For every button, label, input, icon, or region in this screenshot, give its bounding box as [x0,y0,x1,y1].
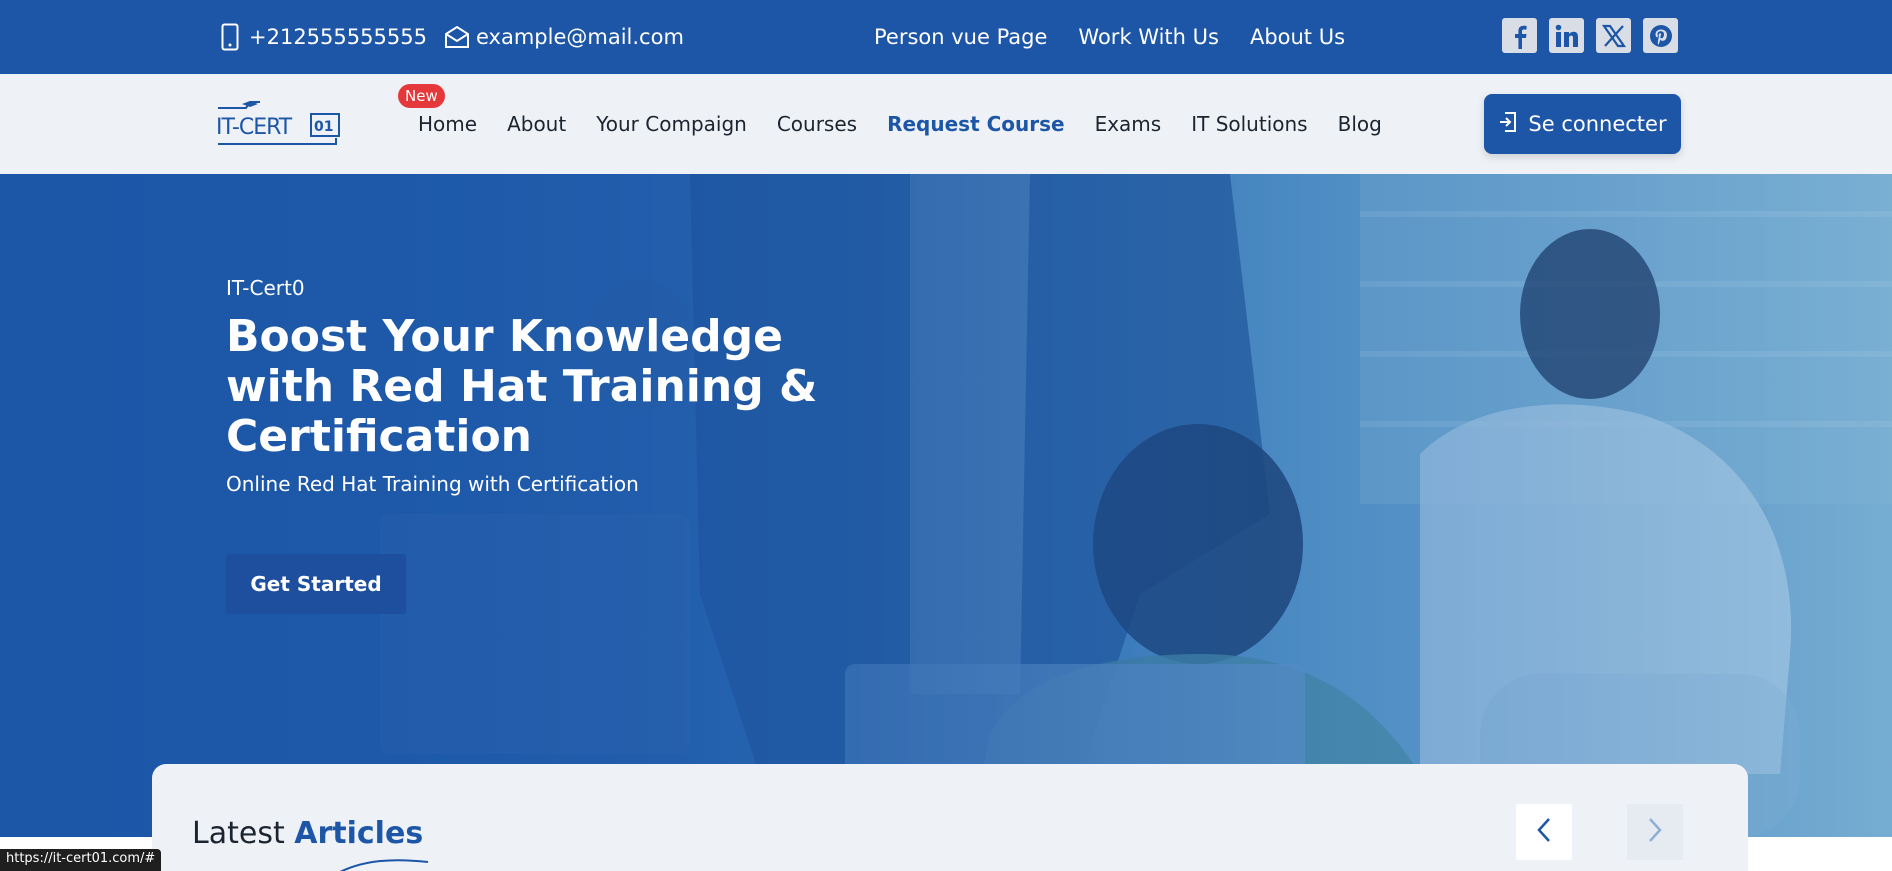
hero-subtitle: Online Red Hat Training with Certificati… [226,472,639,496]
heading-underline [339,859,429,871]
nav-item-about[interactable]: About [507,112,566,136]
nav-item-it-solutions[interactable]: IT Solutions [1191,112,1307,136]
top-links: Person vue Page Work With Us About Us [874,0,1345,74]
top-bar: +212555555555 example@mail.com Person vu… [0,0,1892,74]
top-link-person-vue[interactable]: Person vue Page [874,25,1047,49]
hero-section: IT-Cert0 Boost Your Knowledge with Red H… [0,174,1892,837]
phone-contact[interactable]: +212555555555 [217,0,427,74]
latest-articles-section: Latest Articles [152,764,1748,871]
email-contact[interactable]: example@mail.com [444,0,684,74]
login-button[interactable]: Se connecter [1484,94,1681,154]
nav-item-home[interactable]: Home [418,112,477,136]
login-label: Se connecter [1528,112,1667,136]
svg-text:01: 01 [314,119,333,135]
chevron-left-icon [1535,816,1553,848]
social-links [1502,18,1678,53]
phone-icon [217,22,243,52]
site-logo[interactable]: IT-CERT 01 [216,98,340,148]
articles-heading-highlight: Articles [294,816,424,851]
nav-item-your-compaign[interactable]: Your Compaign [596,112,747,136]
email-address: example@mail.com [476,25,684,49]
top-link-work-with-us[interactable]: Work With Us [1078,25,1219,49]
nav-item-blog[interactable]: Blog [1338,112,1382,136]
login-icon [1498,111,1518,138]
pinterest-icon[interactable] [1643,18,1678,53]
new-badge: New [398,84,445,108]
hero-eyebrow: IT-Cert0 [226,276,305,300]
phone-number: +212555555555 [249,25,427,49]
nav-item-courses[interactable]: Courses [777,112,857,136]
nav-item-exams[interactable]: Exams [1095,112,1162,136]
svg-text:IT-CERT: IT-CERT [216,115,293,140]
x-icon[interactable] [1596,18,1631,53]
nav-item-request-course[interactable]: Request Course [887,112,1065,136]
mail-icon [444,22,470,52]
hero-title: Boost Your Knowledge with Red Hat Traini… [226,311,818,462]
hero-content: IT-Cert0 Boost Your Knowledge with Red H… [226,276,846,496]
nav-menu: Home About Your Compaign Courses Request… [418,74,1382,174]
linkedin-icon[interactable] [1549,18,1584,53]
get-started-button[interactable]: Get Started [226,554,406,614]
chevron-right-icon [1646,816,1664,848]
carousel-next-button[interactable] [1627,804,1683,860]
carousel-prev-button[interactable] [1516,804,1572,860]
articles-heading: Latest Articles [192,816,423,851]
status-bar-url: https://it-cert01.com/# [0,849,162,871]
articles-heading-plain: Latest [192,816,285,851]
top-link-about-us[interactable]: About Us [1250,25,1345,49]
facebook-icon[interactable] [1502,18,1537,53]
